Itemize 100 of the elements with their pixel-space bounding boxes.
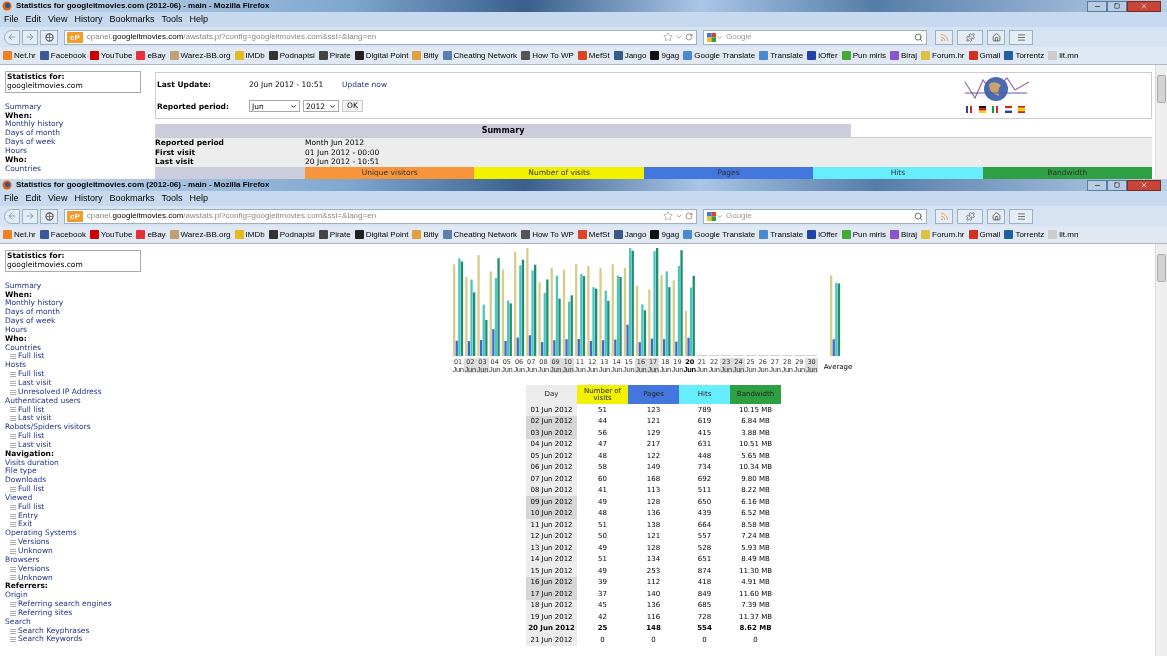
menu-item[interactable]: Edit xyxy=(25,12,42,27)
bookmark-link[interactable]: iOffer xyxy=(818,228,838,241)
addon-button[interactable] xyxy=(957,29,983,45)
bookmark-link[interactable]: Jango xyxy=(624,49,647,62)
bookmark-link[interactable]: MefSt xyxy=(588,228,610,241)
back-button[interactable] xyxy=(4,29,20,45)
feed-button[interactable] xyxy=(935,208,953,224)
bookmark-link[interactable]: Gmail xyxy=(979,49,1001,62)
dropdown-icon xyxy=(716,212,723,220)
bookmark-link[interactable]: IMDb xyxy=(245,49,265,62)
home-button[interactable] xyxy=(987,29,1005,45)
menu-item[interactable]: File xyxy=(4,191,19,206)
bookmark-link[interactable]: eBay xyxy=(147,228,166,241)
rss-icon xyxy=(939,32,949,42)
menu-item[interactable]: Tools xyxy=(161,12,183,27)
bookmark-link[interactable]: Translate xyxy=(770,228,804,241)
url-field[interactable]: cP cpanel.googleitmovies.com/awstats.pl?config=googleitmovies.com&ssl=&lang=en xyxy=(64,208,697,224)
menu-item[interactable]: Bookmarks xyxy=(109,12,155,27)
list-icon xyxy=(10,522,16,528)
bookmark-link[interactable]: Jango xyxy=(624,228,647,241)
bookmark-link[interactable]: Podnapisi xyxy=(279,49,315,62)
menu-item[interactable]: Help xyxy=(189,191,208,206)
bookmark-link[interactable]: MefSt xyxy=(588,49,610,62)
bookmark-link[interactable]: YouTube xyxy=(100,228,133,241)
list-icon xyxy=(10,504,16,510)
identity-button[interactable] xyxy=(40,29,58,45)
bookmark-link[interactable]: Digital Point xyxy=(365,228,409,241)
bookmark-link[interactable]: Podnapisi xyxy=(279,228,315,241)
bookmark-link[interactable]: YouTube xyxy=(100,49,133,62)
bookmark-link[interactable]: Bitly xyxy=(423,228,439,241)
bookmark-link[interactable]: Warez-BB.org xyxy=(180,49,231,62)
bookmark-link[interactable]: Digital Point xyxy=(365,49,409,62)
close-button[interactable] xyxy=(1127,0,1161,12)
menu-item[interactable]: History xyxy=(74,12,103,27)
search-input[interactable]: Google xyxy=(726,31,886,43)
feed-button[interactable] xyxy=(935,29,953,45)
scrollbar[interactable] xyxy=(1155,244,1167,656)
bookmark-link[interactable]: Warez-BB.org xyxy=(180,228,231,241)
bookmark-link[interactable]: How To WP xyxy=(532,228,574,241)
bookmark-link[interactable]: Cheating Network xyxy=(453,49,518,62)
bookmark-link[interactable]: Forum.hr xyxy=(932,228,965,241)
bookmark-link[interactable]: Pun miris xyxy=(852,228,887,241)
bookmark-link[interactable]: Bitly xyxy=(423,49,439,62)
maximize-button[interactable] xyxy=(1107,0,1127,12)
menu-item[interactable]: Tools xyxy=(161,191,183,206)
search-input[interactable]: Google xyxy=(726,210,886,222)
back-button[interactable] xyxy=(4,208,20,224)
menu-button[interactable] xyxy=(1009,208,1033,224)
url-field[interactable]: cP cpanel.googleitmovies.com/awstats.pl?config=googleitmovies.com&ssl=&lang=en xyxy=(64,29,697,45)
search-field[interactable]: Google xyxy=(703,208,927,224)
bookmark-link[interactable]: Torrentz xyxy=(1015,228,1045,241)
bookmark-link[interactable]: Pun miris xyxy=(852,49,887,62)
search-field[interactable]: Google xyxy=(703,29,927,45)
bookmark-link[interactable]: IMDb xyxy=(245,228,265,241)
bookmark-link[interactable]: Pirate xyxy=(329,228,351,241)
bookmark-link[interactable]: 9gag xyxy=(661,49,680,62)
bookmark-link[interactable]: lit.mn xyxy=(1059,228,1079,241)
menu-button[interactable] xyxy=(1009,29,1033,45)
menu-item[interactable]: View xyxy=(48,12,68,27)
bookmark-link[interactable]: eBay xyxy=(147,49,166,62)
bookmark-link[interactable]: Biraj xyxy=(901,49,918,62)
menu-item[interactable]: Edit xyxy=(25,191,42,206)
bookmark-link[interactable]: Forum.hr xyxy=(932,49,965,62)
menu-item[interactable]: File xyxy=(4,12,19,27)
bookmark-link[interactable]: iOffer xyxy=(818,49,838,62)
list-icon xyxy=(10,540,16,546)
bookmark-link[interactable]: Translate xyxy=(770,49,804,62)
scrollbar-thumb[interactable] xyxy=(1157,75,1166,103)
scrollbar[interactable] xyxy=(1155,65,1167,179)
bookmark-link[interactable]: Cheating Network xyxy=(453,228,518,241)
close-button[interactable] xyxy=(1127,179,1161,191)
site-badge: cP xyxy=(67,31,83,43)
hits-bar xyxy=(543,292,546,356)
bookmark-link[interactable]: Google Translate xyxy=(694,49,756,62)
menu-item[interactable]: View xyxy=(48,191,68,206)
bookmark-link[interactable]: Net.hr xyxy=(14,228,36,241)
scrollbar-thumb[interactable] xyxy=(1157,254,1166,282)
minimize-button[interactable] xyxy=(1087,179,1107,191)
menu-icon xyxy=(1016,32,1026,42)
addon-button[interactable] xyxy=(957,208,983,224)
minimize-button[interactable] xyxy=(1087,0,1107,12)
bookmark-link[interactable]: Facebook xyxy=(50,228,86,241)
bookmark-link[interactable]: Gmail xyxy=(979,228,1001,241)
menu-item[interactable]: Bookmarks xyxy=(109,191,155,206)
home-button[interactable] xyxy=(987,208,1005,224)
bookmark-link[interactable]: How To WP xyxy=(532,49,574,62)
bookmark-link[interactable]: Torrentz xyxy=(1015,49,1045,62)
bookmark-link[interactable]: lit.mn xyxy=(1059,49,1079,62)
menu-item[interactable]: History xyxy=(74,191,103,206)
bookmark-link[interactable]: Google Translate xyxy=(694,228,756,241)
bookmark-link[interactable]: Pirate xyxy=(329,49,351,62)
identity-button[interactable] xyxy=(40,208,58,224)
bookmark-link[interactable]: 9gag xyxy=(661,228,680,241)
menu-item[interactable]: Help xyxy=(189,12,208,27)
maximize-button[interactable] xyxy=(1107,179,1127,191)
reload-icon xyxy=(685,212,693,220)
pages-bar xyxy=(663,339,666,356)
bookmark-link[interactable]: Facebook xyxy=(50,49,86,62)
bookmark-link[interactable]: Net.hr xyxy=(14,49,36,62)
bookmark-link[interactable]: Biraj xyxy=(901,228,918,241)
